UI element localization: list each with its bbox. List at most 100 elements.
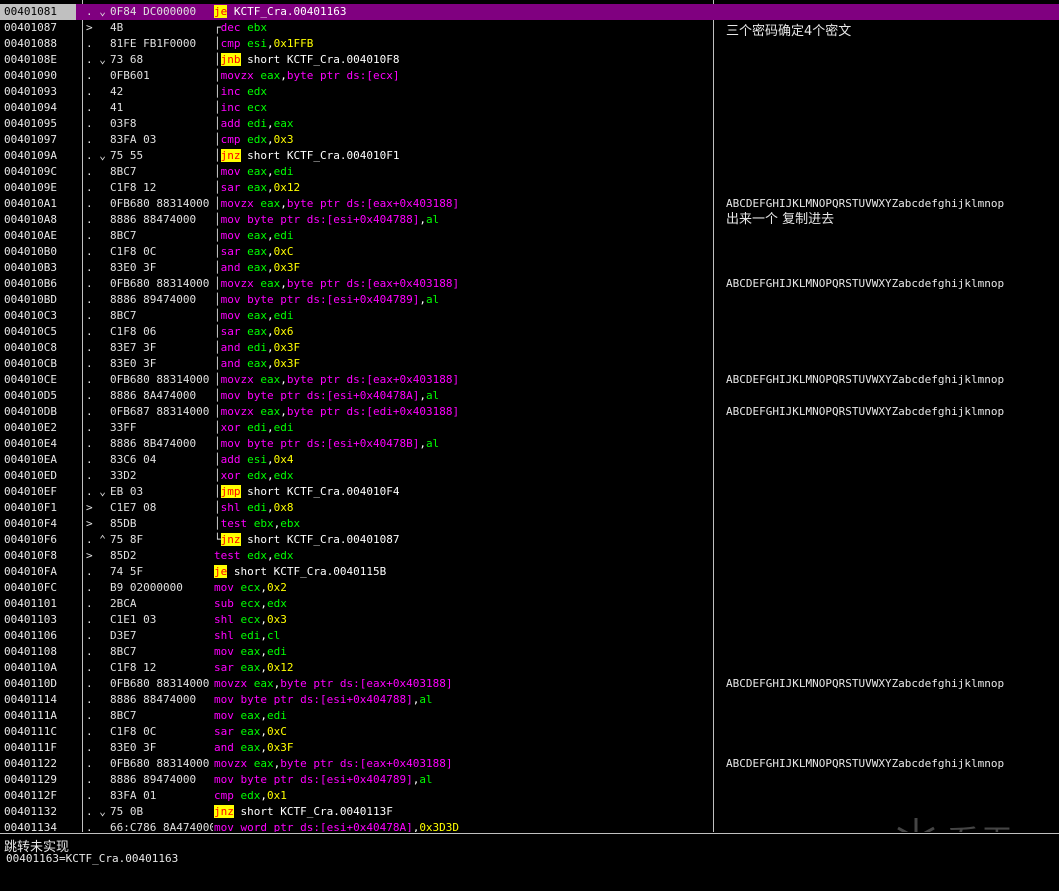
disasm-row[interactable]: 004010FC. B9 02000000 mov ecx,0x2 bbox=[0, 580, 1059, 596]
operand-token: , bbox=[267, 309, 274, 322]
disasm-row[interactable]: 00401093. 42 │inc edx bbox=[0, 84, 1059, 100]
disasm-row[interactable]: 00401103. C1E1 03 shl ecx,0x3 bbox=[0, 612, 1059, 628]
mnemonic: shl bbox=[214, 629, 234, 642]
hex-bytes-cell: 75 8F bbox=[110, 533, 144, 546]
disassembly-cell: ┌dec ebx bbox=[214, 20, 712, 36]
disassembly-cell: sar eax,0xC bbox=[214, 724, 712, 740]
disasm-row[interactable]: 0040109E. C1F8 12 │sar eax,0x12 bbox=[0, 180, 1059, 196]
disasm-row[interactable]: 004010F1 > C1E7 08 │shl edi,0x8 bbox=[0, 500, 1059, 516]
disasm-row[interactable]: 004010A1. 0FB680 88314000 │movzx eax,byte … bbox=[0, 196, 1059, 212]
disasm-row[interactable]: 004010B3. 83E0 3F │and eax,0x3F bbox=[0, 260, 1059, 276]
disasm-row[interactable]: 0040110A. C1F8 12 sar eax,0x12 bbox=[0, 660, 1059, 676]
loop-bracket: │ bbox=[214, 373, 221, 386]
operand-token bbox=[247, 517, 254, 530]
disasm-row[interactable]: 0040109C. 8BC7 │mov eax,edi bbox=[0, 164, 1059, 180]
disasm-row[interactable]: 004010BD. 8886 89474000 │mov byte ptr ds:[… bbox=[0, 292, 1059, 308]
disassembly-cell: │mov eax,edi bbox=[214, 228, 712, 244]
disasm-row[interactable]: 0040111C. C1F8 0C sar eax,0xC bbox=[0, 724, 1059, 740]
operand-token: cl bbox=[267, 629, 281, 642]
disasm-row[interactable]: 00401129. 8886 89474000 mov byte ptr ds:[e… bbox=[0, 772, 1059, 788]
hex-bytes-cell: 8886 8A474000 bbox=[110, 389, 197, 402]
disasm-row[interactable]: 004010F4 >85DB │test ebx,ebx bbox=[0, 516, 1059, 532]
operand-token: ebx bbox=[253, 517, 274, 530]
operand-token: 0x6 bbox=[273, 325, 294, 338]
jump-marker: . bbox=[86, 725, 93, 738]
mnemonic: mov bbox=[220, 309, 241, 322]
hex-bytes-cell: EB 03 bbox=[110, 485, 144, 498]
disasm-row[interactable]: 00401088. 81FE FB1F0000 │cmp esi,0x1FFB bbox=[0, 36, 1059, 52]
disasm-row[interactable]: 00401101. 2BCA sub ecx,edx bbox=[0, 596, 1059, 612]
disasm-row[interactable]: 004010B6. 0FB680 88314000 │movzx eax,byte … bbox=[0, 276, 1059, 292]
disasm-row[interactable]: 004010A8. 8886 88474000 │mov byte ptr ds:[… bbox=[0, 212, 1059, 228]
operand-token: al bbox=[425, 213, 440, 226]
disasm-row[interactable]: 00401122. 0FB680 88314000 movzx eax,byte p… bbox=[0, 756, 1059, 772]
jump-mnemonic: jnz bbox=[220, 149, 241, 162]
disasm-row[interactable]: 00401097. 83FA 03 │cmp edx,0x3 bbox=[0, 132, 1059, 148]
disasm-row[interactable]: 00401094. 41 │inc ecx bbox=[0, 100, 1059, 116]
disasm-row[interactable]: 004010ED. 33D2 │xor edx,edx bbox=[0, 468, 1059, 484]
mnemonic: mov bbox=[214, 773, 234, 786]
disasm-row[interactable]: 004010B0. C1F8 0C │sar eax,0xC bbox=[0, 244, 1059, 260]
disasm-row[interactable]: 004010CB. 83E0 3F │and eax,0x3F bbox=[0, 356, 1059, 372]
mnemonic: mov bbox=[220, 213, 241, 226]
disassembly-cell: │cmp esi,0x1FFB bbox=[214, 36, 712, 52]
disassembly-cell: │jmp short KCTF_Cra.004010F4 bbox=[214, 484, 712, 500]
disasm-row[interactable]: 004010D5. 8886 8A474000 │mov byte ptr ds:[… bbox=[0, 388, 1059, 404]
disasm-row[interactable]: 0040112F. 83FA 01 cmp edx,0x1 bbox=[0, 788, 1059, 804]
disasm-row[interactable]: 00401106. D3E7 shl edi,cl bbox=[0, 628, 1059, 644]
loop-bracket: │ bbox=[214, 501, 221, 514]
disasm-row[interactable]: 004010C5. C1F8 06 │sar eax,0x6 bbox=[0, 324, 1059, 340]
address-cell: 004010F1 bbox=[4, 501, 57, 514]
disasm-row[interactable]: 0040108E . ⌄.73 68 │jnb short KCTF_Cra.004… bbox=[0, 52, 1059, 68]
disasm-row[interactable]: 004010CE. 0FB680 88314000 │movzx eax,byte … bbox=[0, 372, 1059, 388]
disasm-row[interactable]: 004010F6 . ⌃.75 8F └jnz short KCTF_Cra.004… bbox=[0, 532, 1059, 548]
jump-marker: > bbox=[86, 21, 93, 34]
disasm-row[interactable]: 00401090. 0FB601 │movzx eax,byte ptr ds:[e… bbox=[0, 68, 1059, 84]
address-cell: 004010D5 bbox=[4, 389, 57, 402]
disasm-row[interactable]: 00401095. 03F8 │add edi,eax bbox=[0, 116, 1059, 132]
operand-token: eax bbox=[240, 661, 261, 674]
operand-token: al bbox=[419, 693, 433, 706]
disasm-row[interactable]: 0040109A . ⌄.75 55 │jnz short KCTF_Cra.004… bbox=[0, 148, 1059, 164]
disasm-row[interactable]: 004010C3. 8BC7 │mov eax,edi bbox=[0, 308, 1059, 324]
disasm-row[interactable]: 004010DB. 0FB687 88314000 │movzx eax,byte … bbox=[0, 404, 1059, 420]
disasm-row[interactable]: 0040110D. 0FB680 88314000 movzx eax,byte p… bbox=[0, 676, 1059, 692]
hex-bytes-cell: C1E7 08 bbox=[110, 501, 157, 514]
jump-marker: . bbox=[86, 325, 93, 338]
operand-token: eax bbox=[247, 309, 267, 322]
operand-token: , bbox=[260, 725, 267, 738]
disassembly-cell: cmp edx,0x1 bbox=[214, 788, 712, 804]
disasm-row[interactable]: 004010FA. 74 5F je short KCTF_Cra.0040115B bbox=[0, 564, 1059, 580]
operand-token: edx bbox=[247, 133, 267, 146]
operand-token: edi bbox=[247, 421, 267, 434]
operand-token: , bbox=[260, 645, 267, 658]
hex-bytes-cell: 8BC7 bbox=[110, 165, 137, 178]
disasm-row[interactable]: 004010C8. 83E7 3F │and edi,0x3F bbox=[0, 340, 1059, 356]
jump-marker: . bbox=[86, 453, 93, 466]
disassembly-cell: │movzx eax,byte ptr ds:[eax+0x403188] bbox=[214, 196, 712, 212]
disassembly-cell: │mov byte ptr ds:[esi+0x40478B],al bbox=[214, 436, 712, 452]
disasm-row[interactable]: 00401114. 8886 88474000 mov byte ptr ds:[e… bbox=[0, 692, 1059, 708]
disasm-row[interactable]: 0040111A. 8BC7 mov eax,edi bbox=[0, 708, 1059, 724]
disassembly-cell: │shl edi,0x8 bbox=[214, 500, 712, 516]
disasm-row[interactable]: 004010EF . ⌄.EB 03 │jmp short KCTF_Cra.004… bbox=[0, 484, 1059, 500]
operand-token: byte ptr ds:[esi+0x404788] bbox=[240, 693, 413, 706]
hex-bytes-cell: 42 bbox=[110, 85, 124, 98]
operand-token: eax bbox=[260, 69, 281, 82]
disasm-row[interactable]: 004010F8 >85D2 test edx,edx bbox=[0, 548, 1059, 564]
disasm-row[interactable]: 004010AE. 8BC7 │mov eax,edi bbox=[0, 228, 1059, 244]
disasm-row[interactable]: 004010EA. 83C6 04 │add esi,0x4 bbox=[0, 452, 1059, 468]
operand-token: 0x3 bbox=[267, 613, 287, 626]
cpu-disassembly-pane[interactable]: 00401081. ⌄.0F84 DC000000je KCTF_Cra.004… bbox=[0, 0, 1059, 832]
disassembly-cell: │sar eax,0xC bbox=[214, 244, 712, 260]
loop-bracket: │ bbox=[214, 245, 221, 258]
disasm-row[interactable]: 004010E2. 33FF │xor edi,edi bbox=[0, 420, 1059, 436]
jump-marker: . bbox=[86, 341, 93, 354]
disasm-row[interactable]: 0040111F. 83E0 3F and eax,0x3F bbox=[0, 740, 1059, 756]
hex-bytes-cell: C1F8 06 bbox=[110, 325, 157, 338]
selected-row[interactable]: 00401081 . ⌄.0F84 DC000000 je KCTF_Cra.004… bbox=[0, 4, 1059, 20]
disasm-row[interactable]: 00401108. 8BC7 mov eax,edi bbox=[0, 644, 1059, 660]
operand-token: eax bbox=[260, 373, 281, 386]
disasm-row[interactable]: 004010E4. 8886 8B474000 │mov byte ptr ds:[… bbox=[0, 436, 1059, 452]
disassembly-cell: │movzx eax,byte ptr ds:[eax+0x403188] bbox=[214, 276, 712, 292]
